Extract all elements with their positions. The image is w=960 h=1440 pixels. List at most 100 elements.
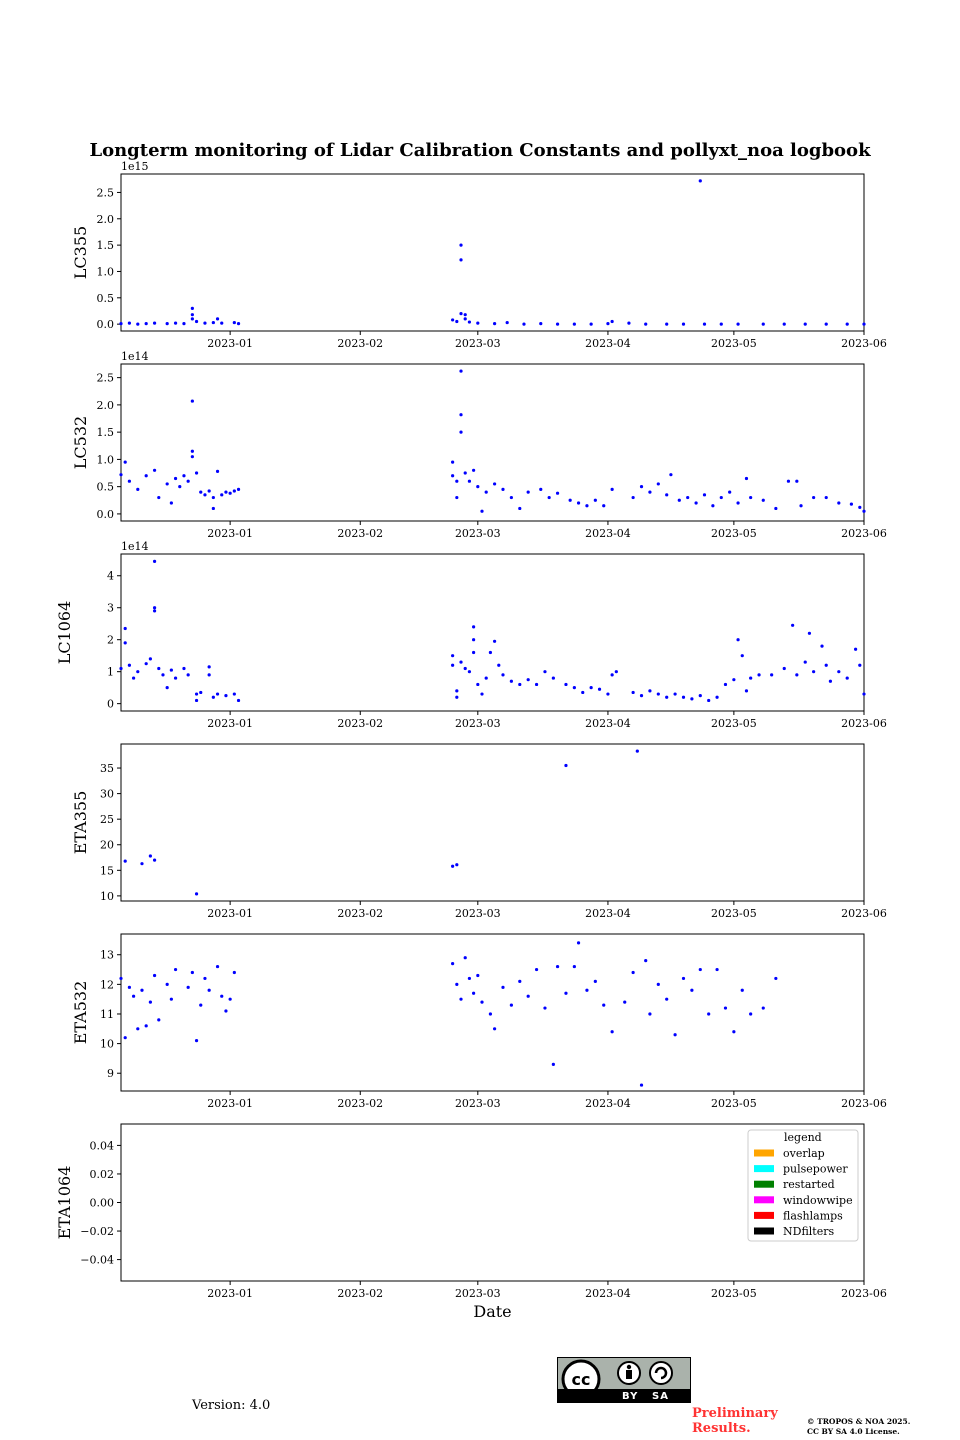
x-tick-label: 2023-01 — [207, 907, 253, 920]
data-point — [614, 670, 618, 674]
y-tick-label: 2.0 — [97, 399, 115, 412]
data-point — [152, 609, 157, 613]
data-point — [597, 687, 602, 691]
y-tick-label: 1.0 — [97, 453, 115, 466]
data-point — [555, 964, 560, 969]
data-point — [123, 626, 127, 631]
data-point — [463, 666, 467, 671]
data-point — [472, 468, 476, 472]
data-point — [518, 506, 522, 511]
data-point — [136, 670, 140, 674]
y-tick-label: 0.5 — [97, 481, 115, 494]
data-point — [157, 495, 161, 500]
y-tick-label: 30 — [100, 788, 114, 801]
data-point — [152, 559, 157, 563]
data-point — [631, 970, 635, 975]
data-point — [492, 639, 497, 643]
x-tick-label: 2023-06 — [841, 1287, 887, 1300]
y-tick-label: 4 — [107, 570, 114, 583]
data-point — [728, 490, 732, 494]
axes-frame — [120, 933, 865, 1092]
y-tick-label: 0.0 — [97, 508, 115, 521]
data-point — [199, 1003, 203, 1007]
data-point — [455, 695, 459, 699]
data-point — [639, 694, 644, 698]
y-tick-label: 25 — [100, 813, 114, 826]
data-point — [749, 495, 753, 500]
data-point — [190, 970, 194, 975]
data-point — [207, 665, 211, 669]
data-point — [744, 476, 749, 481]
data-point — [736, 638, 740, 642]
data-point — [463, 317, 467, 321]
data-point — [131, 994, 136, 998]
data-point — [824, 322, 828, 326]
data-point — [232, 970, 236, 975]
data-point — [635, 749, 639, 753]
data-point — [761, 322, 765, 326]
data-point — [564, 682, 568, 687]
x-tick-label: 2023-01 — [207, 1287, 253, 1300]
svg-text:cc: cc — [572, 1370, 591, 1389]
x-tick-label: 2023-04 — [585, 527, 631, 540]
data-point — [698, 179, 702, 183]
data-point — [526, 490, 530, 494]
data-point — [665, 997, 669, 1001]
data-point — [492, 322, 497, 326]
data-point — [644, 959, 648, 963]
legend-swatch-overlap — [754, 1149, 774, 1157]
data-point — [723, 1006, 728, 1010]
data-point — [740, 988, 744, 992]
data-point — [215, 317, 220, 321]
data-point — [509, 1003, 513, 1007]
axes-frame — [120, 553, 865, 712]
data-point — [123, 460, 127, 464]
data-point — [194, 892, 199, 896]
data-point — [606, 322, 610, 326]
data-point — [472, 650, 476, 655]
x-tick-label: 2023-01 — [207, 337, 253, 350]
data-point — [757, 673, 761, 677]
data-point — [795, 479, 799, 483]
data-point — [723, 682, 728, 687]
y-axis-label: LC1064 — [55, 601, 74, 665]
data-point — [589, 686, 593, 690]
data-point — [665, 493, 669, 497]
data-point — [581, 690, 585, 695]
data-point — [631, 495, 635, 500]
data-point — [539, 322, 543, 326]
x-tick-label: 2023-06 — [841, 1097, 887, 1110]
data-point — [526, 994, 530, 998]
data-point — [152, 468, 157, 472]
data-point — [144, 474, 148, 478]
data-point — [169, 668, 173, 672]
data-point — [190, 313, 194, 317]
data-point — [610, 319, 614, 324]
data-point — [455, 863, 459, 867]
data-point — [690, 697, 694, 701]
data-point — [602, 504, 606, 508]
data-point — [862, 509, 866, 513]
data-point — [186, 479, 190, 483]
data-point — [123, 1036, 127, 1040]
x-tick-label: 2023-03 — [455, 1287, 501, 1300]
legend-label-windowwipe: windowwipe — [783, 1194, 853, 1207]
data-point — [182, 474, 186, 478]
y-tick-label: −0.04 — [80, 1254, 114, 1267]
legend-swatch-ndfilters — [754, 1227, 774, 1235]
subplot-lc532: 2023-01 2023-02 2023-03 2023-04 2023-05 2023-… — [71, 350, 887, 540]
data-point — [152, 321, 157, 325]
copyright-notice: © TROPOS & NOA 2025. CC BY SA 4.0 Licens… — [807, 1417, 957, 1437]
data-point — [669, 473, 673, 477]
data-point — [165, 482, 169, 486]
copyright-line-2: CC BY SA 4.0 License. — [807, 1427, 900, 1436]
data-point — [199, 690, 203, 695]
data-point — [572, 322, 576, 326]
data-point — [127, 321, 131, 325]
subplot-eta532: 2023-01 2023-02 2023-03 2023-04 2023-05 2023-… — [71, 933, 887, 1110]
data-point — [472, 638, 476, 642]
data-point — [220, 321, 224, 325]
data-point — [736, 322, 740, 326]
data-point — [858, 505, 862, 509]
data-point — [845, 676, 849, 680]
